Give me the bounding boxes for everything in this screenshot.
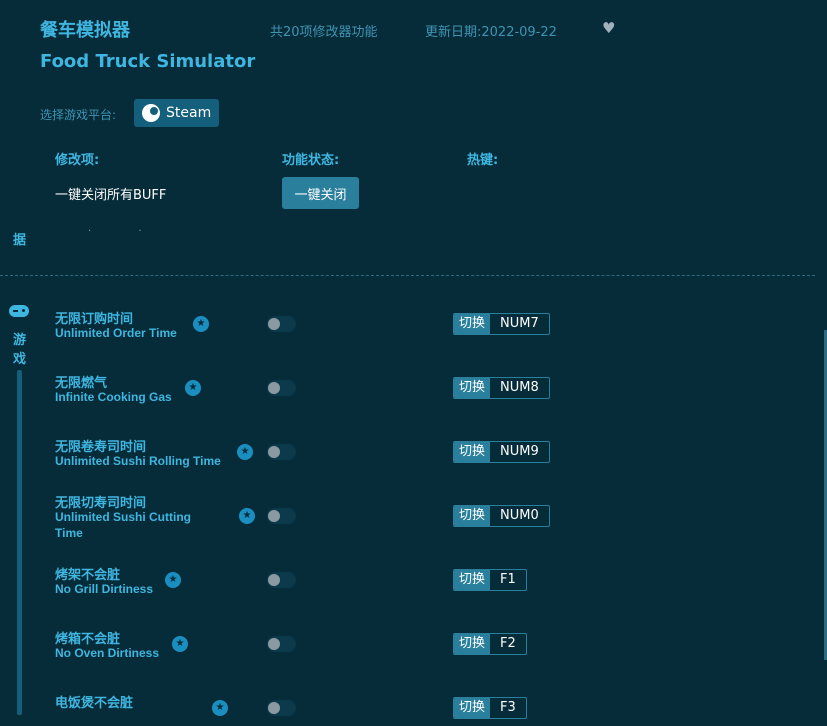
sidebar-item-game[interactable]: 游戏	[13, 331, 29, 369]
sidebar-item-data[interactable]: 据	[13, 229, 26, 248]
star-icon[interactable]: ★	[165, 572, 181, 588]
feature-toggle[interactable]	[267, 444, 296, 460]
hotkey-box[interactable]: 切换 NUM9	[453, 441, 550, 463]
game-title-cn: 餐车模拟器	[40, 20, 130, 41]
steam-label: Steam	[166, 105, 212, 121]
sidebar-track	[17, 370, 22, 715]
hotkey-key: NUM0	[490, 506, 549, 526]
column-mod: 修改项:	[55, 153, 100, 168]
hotkey-mode: 切换	[454, 570, 491, 590]
gamepad-icon	[9, 305, 29, 317]
close-all-button[interactable]: 一键关闭	[282, 177, 359, 209]
hotkey-box[interactable]: 切换 F2	[453, 633, 527, 655]
close-all-label: 一键关闭所有BUFF	[55, 188, 167, 203]
item-name-en: No Oven Dirtiness	[55, 646, 160, 660]
steam-platform-button[interactable]: Steam	[134, 99, 220, 127]
star-icon[interactable]: ★	[239, 508, 255, 524]
star-icon[interactable]: ★	[193, 316, 209, 332]
steam-icon	[142, 104, 160, 122]
column-hotkey: 热键:	[467, 153, 499, 168]
game-title-en: Food Truck Simulator	[40, 51, 256, 72]
platform-label: 选择游戏平台:	[40, 108, 117, 122]
column-status: 功能状态:	[282, 153, 340, 168]
update-date: 更新日期:2022-09-22	[425, 25, 557, 40]
section-divider	[0, 275, 815, 276]
feature-toggle[interactable]	[267, 700, 296, 716]
item-name-cn: 电饭煲不会脏	[55, 696, 134, 711]
hotkey-key: NUM8	[490, 378, 549, 398]
hotkey-box[interactable]: 切换 NUM7	[453, 313, 550, 335]
feature-toggle[interactable]	[267, 508, 296, 524]
star-icon[interactable]: ★	[237, 444, 253, 460]
star-icon[interactable]: ★	[172, 636, 188, 652]
hotkey-key: F1	[490, 570, 526, 590]
hotkey-box[interactable]: 切换 NUM8	[453, 377, 550, 399]
feature-toggle[interactable]	[267, 636, 296, 652]
feature-toggle[interactable]	[267, 380, 296, 396]
star-icon[interactable]: ★	[185, 380, 201, 396]
hotkey-box[interactable]: 切换 NUM0	[453, 505, 550, 527]
hotkey-key: NUM7	[490, 314, 549, 334]
item-name-en: Unlimited Sushi Cutting Time	[55, 510, 191, 540]
feature-count: 共20项修改器功能	[270, 25, 378, 40]
item-name-en: Infinite Cooking Gas	[55, 390, 172, 404]
hotkey-mode: 切换	[454, 314, 491, 334]
hotkey-mode: 切换	[454, 698, 491, 718]
hotkey-key: F3	[490, 698, 526, 718]
hotkey-box[interactable]: 切换 F1	[453, 569, 527, 591]
star-icon[interactable]: ★	[212, 700, 228, 716]
item-name-en: Unlimited Sushi Rolling Time	[55, 454, 221, 468]
item-name-en: Unlimited Order Time	[55, 326, 177, 340]
hotkey-mode: 切换	[454, 378, 491, 398]
favorite-heart-icon[interactable]: ♥	[602, 19, 615, 37]
hotkey-key: NUM9	[490, 442, 549, 462]
item-name-en: No Grill Dirtiness	[55, 582, 154, 596]
feature-toggle[interactable]	[267, 572, 296, 588]
feature-toggle[interactable]	[267, 316, 296, 332]
hotkey-key: F2	[490, 634, 526, 654]
hotkey-box[interactable]: 切换 F3	[453, 697, 527, 719]
hotkey-mode: 切换	[454, 442, 491, 462]
hotkey-mode: 切换	[454, 506, 491, 526]
clipped-row-remnant: · ·	[88, 226, 164, 237]
hotkey-mode: 切换	[454, 634, 491, 654]
